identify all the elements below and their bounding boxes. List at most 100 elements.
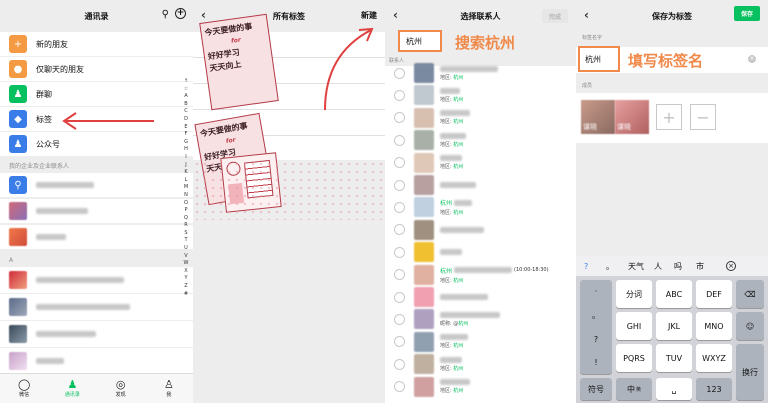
contact-row[interactable]: 地区: 杭州 xyxy=(385,62,576,84)
contact-row[interactable] xyxy=(385,286,576,308)
enterprise-contact-row[interactable]: ⚲ xyxy=(0,173,193,198)
select-radio[interactable] xyxy=(394,134,405,146)
select-radio[interactable] xyxy=(394,112,405,124)
index-letter[interactable]: Z xyxy=(182,283,190,291)
select-radio[interactable] xyxy=(394,269,405,281)
number-key[interactable]: 123 xyxy=(696,378,732,400)
done-button[interactable]: 完成 xyxy=(542,9,568,23)
candidate[interactable]: 人 xyxy=(654,261,674,272)
symbol-key[interactable]: 符号 xyxy=(580,378,612,400)
alphabet-index[interactable]: ↑ ☆ A B C D E F G H I J K L M N O P Q R S T U V W X Y Z # xyxy=(182,78,190,298)
contact-row[interactable]: 昵称: @杭州 xyxy=(385,308,576,330)
select-radio[interactable] xyxy=(394,67,405,79)
key-分词[interactable]: 分词 xyxy=(616,280,652,308)
index-letter[interactable]: J xyxy=(182,162,190,170)
candidate[interactable]: 市 xyxy=(696,261,718,272)
index-letter[interactable]: ☆ xyxy=(182,86,190,94)
contact-row[interactable]: 杭州 地区: 杭州 xyxy=(385,196,576,218)
key-abc[interactable]: ABC xyxy=(656,280,692,308)
close-icon[interactable]: × xyxy=(726,261,736,271)
clear-icon[interactable]: × xyxy=(748,55,756,63)
key-ghi[interactable]: GHI xyxy=(616,312,652,340)
member-avatar[interactable]: 谋晓 xyxy=(615,100,649,134)
back-icon[interactable]: ‹ xyxy=(201,8,206,22)
enter-key[interactable]: 换行 xyxy=(736,344,764,400)
select-radio[interactable] xyxy=(394,246,405,258)
candidate[interactable]: 天气 xyxy=(628,261,654,272)
menu-item-4[interactable]: ♟ 公众号 xyxy=(0,132,193,157)
contact-row[interactable] xyxy=(0,348,193,374)
search-icon[interactable]: ⚲ xyxy=(162,9,169,20)
index-letter[interactable]: I xyxy=(182,154,190,162)
index-letter[interactable]: # xyxy=(182,291,190,299)
menu-item-2[interactable]: ♟ 群聊 xyxy=(0,82,193,107)
punctuation-key[interactable]: 。 xyxy=(592,310,600,321)
index-letter[interactable]: S xyxy=(182,230,190,238)
menu-item-1[interactable]: ● 仅聊天的朋友 xyxy=(0,57,193,82)
contact-row[interactable] xyxy=(385,219,576,241)
key-def[interactable]: DEF xyxy=(696,280,732,308)
candidate[interactable]: 。 xyxy=(606,261,628,272)
new-tag-button[interactable]: 新建 xyxy=(361,10,377,21)
select-radio[interactable] xyxy=(394,381,405,393)
enterprise-contact-row[interactable] xyxy=(0,225,193,250)
select-radio[interactable] xyxy=(394,201,405,213)
index-letter[interactable]: K xyxy=(182,169,190,177)
contact-row[interactable] xyxy=(0,267,193,294)
candidate[interactable]: ? xyxy=(584,262,606,271)
index-letter[interactable]: A xyxy=(182,93,190,101)
index-letter[interactable]: N xyxy=(182,192,190,200)
contact-row[interactable] xyxy=(385,174,576,196)
language-key[interactable]: 中英 xyxy=(616,378,652,400)
contact-row[interactable] xyxy=(0,321,193,348)
key-wxyz[interactable]: WXYZ xyxy=(696,344,732,372)
menu-item-0[interactable]: + 新的朋友 xyxy=(0,32,193,57)
contact-row[interactable]: 杭州 (10:00-18:30) 地区: 杭州 xyxy=(385,264,576,286)
search-input[interactable]: 杭州 xyxy=(398,30,442,52)
index-letter[interactable]: V xyxy=(182,253,190,261)
tab-discover[interactable]: ◎ 发现 xyxy=(97,374,145,403)
index-letter[interactable]: R xyxy=(182,222,190,230)
tag-name-input[interactable]: 杭州 xyxy=(578,46,620,72)
contact-row[interactable]: 地区: 杭州 xyxy=(385,376,576,398)
space-key[interactable]: ␣ xyxy=(656,378,692,400)
index-letter[interactable]: H xyxy=(182,146,190,154)
index-letter[interactable]: M xyxy=(182,184,190,192)
back-icon[interactable]: ‹ xyxy=(393,8,398,22)
index-letter[interactable]: T xyxy=(182,237,190,245)
emoji-key[interactable]: ☺ xyxy=(736,312,764,340)
backspace-key[interactable]: ⌫ xyxy=(736,280,764,308)
tab-me[interactable]: ♙ 我 xyxy=(145,374,193,403)
punctuation-key[interactable]: ! xyxy=(594,358,597,367)
index-letter[interactable]: W xyxy=(182,260,190,268)
index-letter[interactable]: P xyxy=(182,207,190,215)
index-letter[interactable]: G xyxy=(182,139,190,147)
select-radio[interactable] xyxy=(394,179,405,191)
key-pqrs[interactable]: PQRS xyxy=(616,344,652,372)
key-tuv[interactable]: TUV xyxy=(656,344,692,372)
contact-row[interactable]: 地区: 杭州 xyxy=(385,84,576,106)
index-letter[interactable]: L xyxy=(182,177,190,185)
index-letter[interactable]: ↑ xyxy=(182,78,190,86)
member-avatar[interactable]: 谋晓 xyxy=(581,100,615,134)
candidate[interactable]: 吗 xyxy=(674,261,696,272)
tab-contacts[interactable]: ♟ 通讯录 xyxy=(48,374,96,403)
punctuation-column[interactable]: · 。?! xyxy=(580,280,612,374)
add-member-button[interactable]: + xyxy=(656,104,682,130)
add-icon[interactable]: + xyxy=(175,8,186,19)
contact-row[interactable]: 地区: 杭州 xyxy=(385,129,576,151)
index-letter[interactable]: Y xyxy=(182,275,190,283)
punctuation-key[interactable]: · xyxy=(595,287,598,296)
punctuation-key[interactable]: ? xyxy=(594,335,598,344)
index-letter[interactable]: D xyxy=(182,116,190,124)
tab-chat[interactable]: ◯ 微信 xyxy=(0,374,48,403)
contact-row[interactable]: 地区: 杭州 xyxy=(385,107,576,129)
select-radio[interactable] xyxy=(394,224,405,236)
contact-row[interactable]: 地区: 杭州 xyxy=(385,331,576,353)
index-letter[interactable]: O xyxy=(182,200,190,208)
index-letter[interactable]: E xyxy=(182,124,190,132)
contact-row[interactable] xyxy=(0,294,193,321)
select-radio[interactable] xyxy=(394,89,405,101)
index-letter[interactable]: U xyxy=(182,245,190,253)
select-radio[interactable] xyxy=(394,291,405,303)
